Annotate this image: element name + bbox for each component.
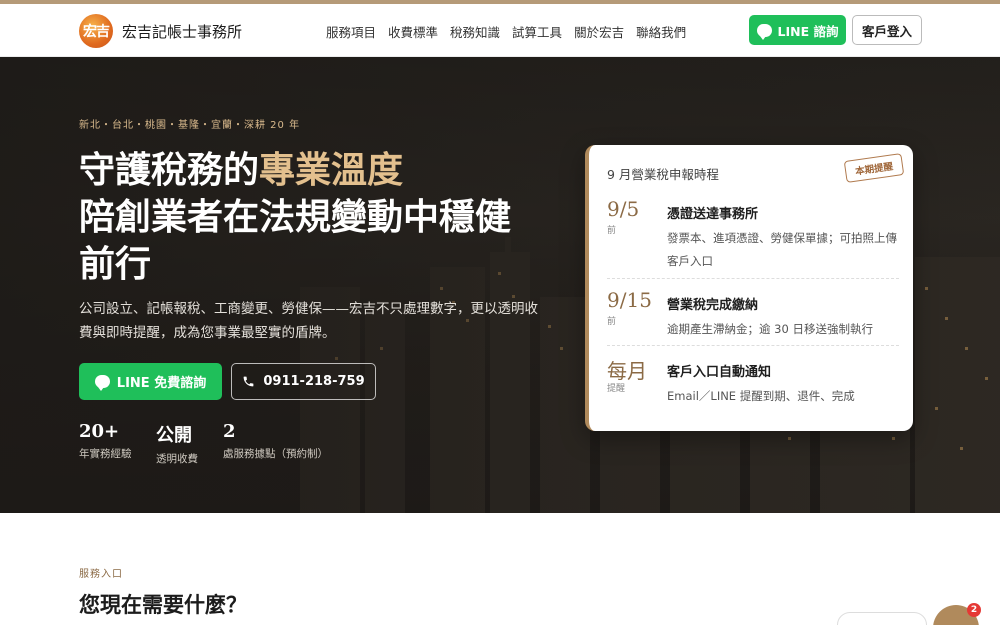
brand-name[interactable]: 宏吉記帳士事務所 — [122, 21, 242, 42]
line-free-consult-button[interactable]: LINE 免費諮詢 — [79, 363, 222, 400]
reminder-stamp: 本期提醒 — [843, 153, 905, 183]
schedule-date: 9/5 — [607, 197, 640, 221]
stat-label: 年實務經驗 — [79, 448, 132, 460]
schedule-body: Email／LINE 提醒到期、退件、完成 — [667, 389, 855, 403]
schedule-body: 逾期產生滯納金；逾 30 日移送強制執行 — [667, 322, 873, 336]
nav-tax-knowledge[interactable]: 稅務知識 — [450, 22, 500, 41]
chat-unread-badge: 2 — [967, 603, 981, 617]
stat-value: 20+ — [79, 421, 120, 442]
client-login-button[interactable]: 客戶登入 — [852, 15, 922, 45]
stat-label: 處服務據點（預約制） — [223, 448, 328, 460]
schedule-item: 9/5 前 憑證送達事務所 發票本、進項憑證、勞健保單據；可拍照上傳客戶入口 — [607, 197, 899, 277]
line-consult-label: LINE 諮詢 — [777, 23, 839, 39]
logo-text: 宏吉 — [83, 24, 110, 40]
divider — [607, 345, 899, 346]
divider — [607, 278, 899, 279]
nav-calculator[interactable]: 試算工具 — [512, 22, 562, 41]
schedule-item: 9/15 前 營業稅完成繳納 逾期產生滯納金；逾 30 日移送強制執行 — [607, 288, 899, 346]
schedule-title: 客戶入口自動通知 — [667, 365, 772, 380]
stat-pricing: 公開 透明收費 — [156, 421, 198, 466]
schedule-date-sub: 前 — [607, 226, 617, 236]
nav-contact[interactable]: 聯絡我們 — [636, 22, 686, 41]
line-free-consult-label: LINE 免費諮詢 — [116, 376, 207, 391]
stat-locations: 2 處服務據點（預約制） — [223, 421, 328, 461]
schedule-date-sub: 前 — [607, 317, 617, 327]
card-title: 9 月營業稅申報時程 — [607, 167, 719, 182]
hero-eyebrow: 新北・台北・桃園・基隆・宜蘭・深耕 20 年 — [79, 120, 301, 131]
nav-services[interactable]: 服務項目 — [326, 22, 376, 41]
chat-prompt-pill[interactable] — [837, 612, 927, 625]
schedule-title: 營業稅完成繳納 — [667, 298, 759, 313]
hero-headline-line-2: 陪創業者在法規變動中穩健 — [79, 196, 512, 238]
hero-section: 新北・台北・桃園・基隆・宜蘭・深耕 20 年 守護稅務的專業溫度 陪創業者在法規… — [0, 57, 1000, 513]
tax-schedule-card: 9 月營業稅申報時程 本期提醒 9/5 前 憑證送達事務所 發票本、進項憑證、勞… — [585, 145, 913, 431]
phone-call-button[interactable]: 0911-218-759 — [231, 363, 376, 400]
stat-label: 透明收費 — [156, 453, 198, 465]
stat-experience: 20+ 年實務經驗 — [79, 421, 132, 461]
services-title: 您現在需要什麼？ — [79, 592, 247, 617]
services-eyebrow: 服務入口 — [79, 569, 123, 580]
nav-about[interactable]: 關於宏吉 — [574, 22, 624, 41]
phone-icon — [244, 376, 254, 387]
brand-logo[interactable]: 宏吉 — [79, 14, 113, 48]
schedule-date: 9/15 — [607, 288, 652, 312]
headline-text: 守護稅務的 — [79, 149, 260, 191]
stat-value: 2 — [223, 421, 236, 442]
line-chat-icon — [756, 23, 772, 40]
main-nav: 服務項目 收費標準 稅務知識 試算工具 關於宏吉 聯絡我們 — [326, 22, 686, 41]
line-chat-icon — [94, 375, 110, 391]
line-consult-button[interactable]: LINE 諮詢 — [749, 15, 846, 45]
schedule-date-sub: 提醒 — [607, 384, 626, 394]
phone-number: 0911-218-759 — [263, 374, 365, 389]
schedule-item: 每月 提醒 客戶入口自動通知 Email／LINE 提醒到期、退件、完成 — [607, 355, 899, 415]
hero-headline-line-3: 前行 — [79, 243, 152, 285]
nav-pricing[interactable]: 收費標準 — [388, 22, 438, 41]
stat-value: 公開 — [156, 425, 192, 446]
schedule-title: 憑證送達事務所 — [667, 207, 759, 222]
site-header: 宏吉 宏吉記帳士事務所 服務項目 收費標準 稅務知識 試算工具 關於宏吉 聯絡我… — [0, 4, 1000, 57]
hero-headline-line-1: 守護稅務的專業溫度 — [79, 141, 403, 193]
schedule-body: 發票本、進項憑證、勞健保單據；可拍照上傳客戶入口 — [667, 231, 897, 268]
schedule-date: 每月 — [607, 359, 647, 383]
headline-accent: 專業溫度 — [259, 149, 404, 191]
hero-description: 公司設立、記帳報稅、工商變更、勞健保——宏吉不只處理數字，更以透明收費與即時提醒… — [79, 301, 538, 341]
